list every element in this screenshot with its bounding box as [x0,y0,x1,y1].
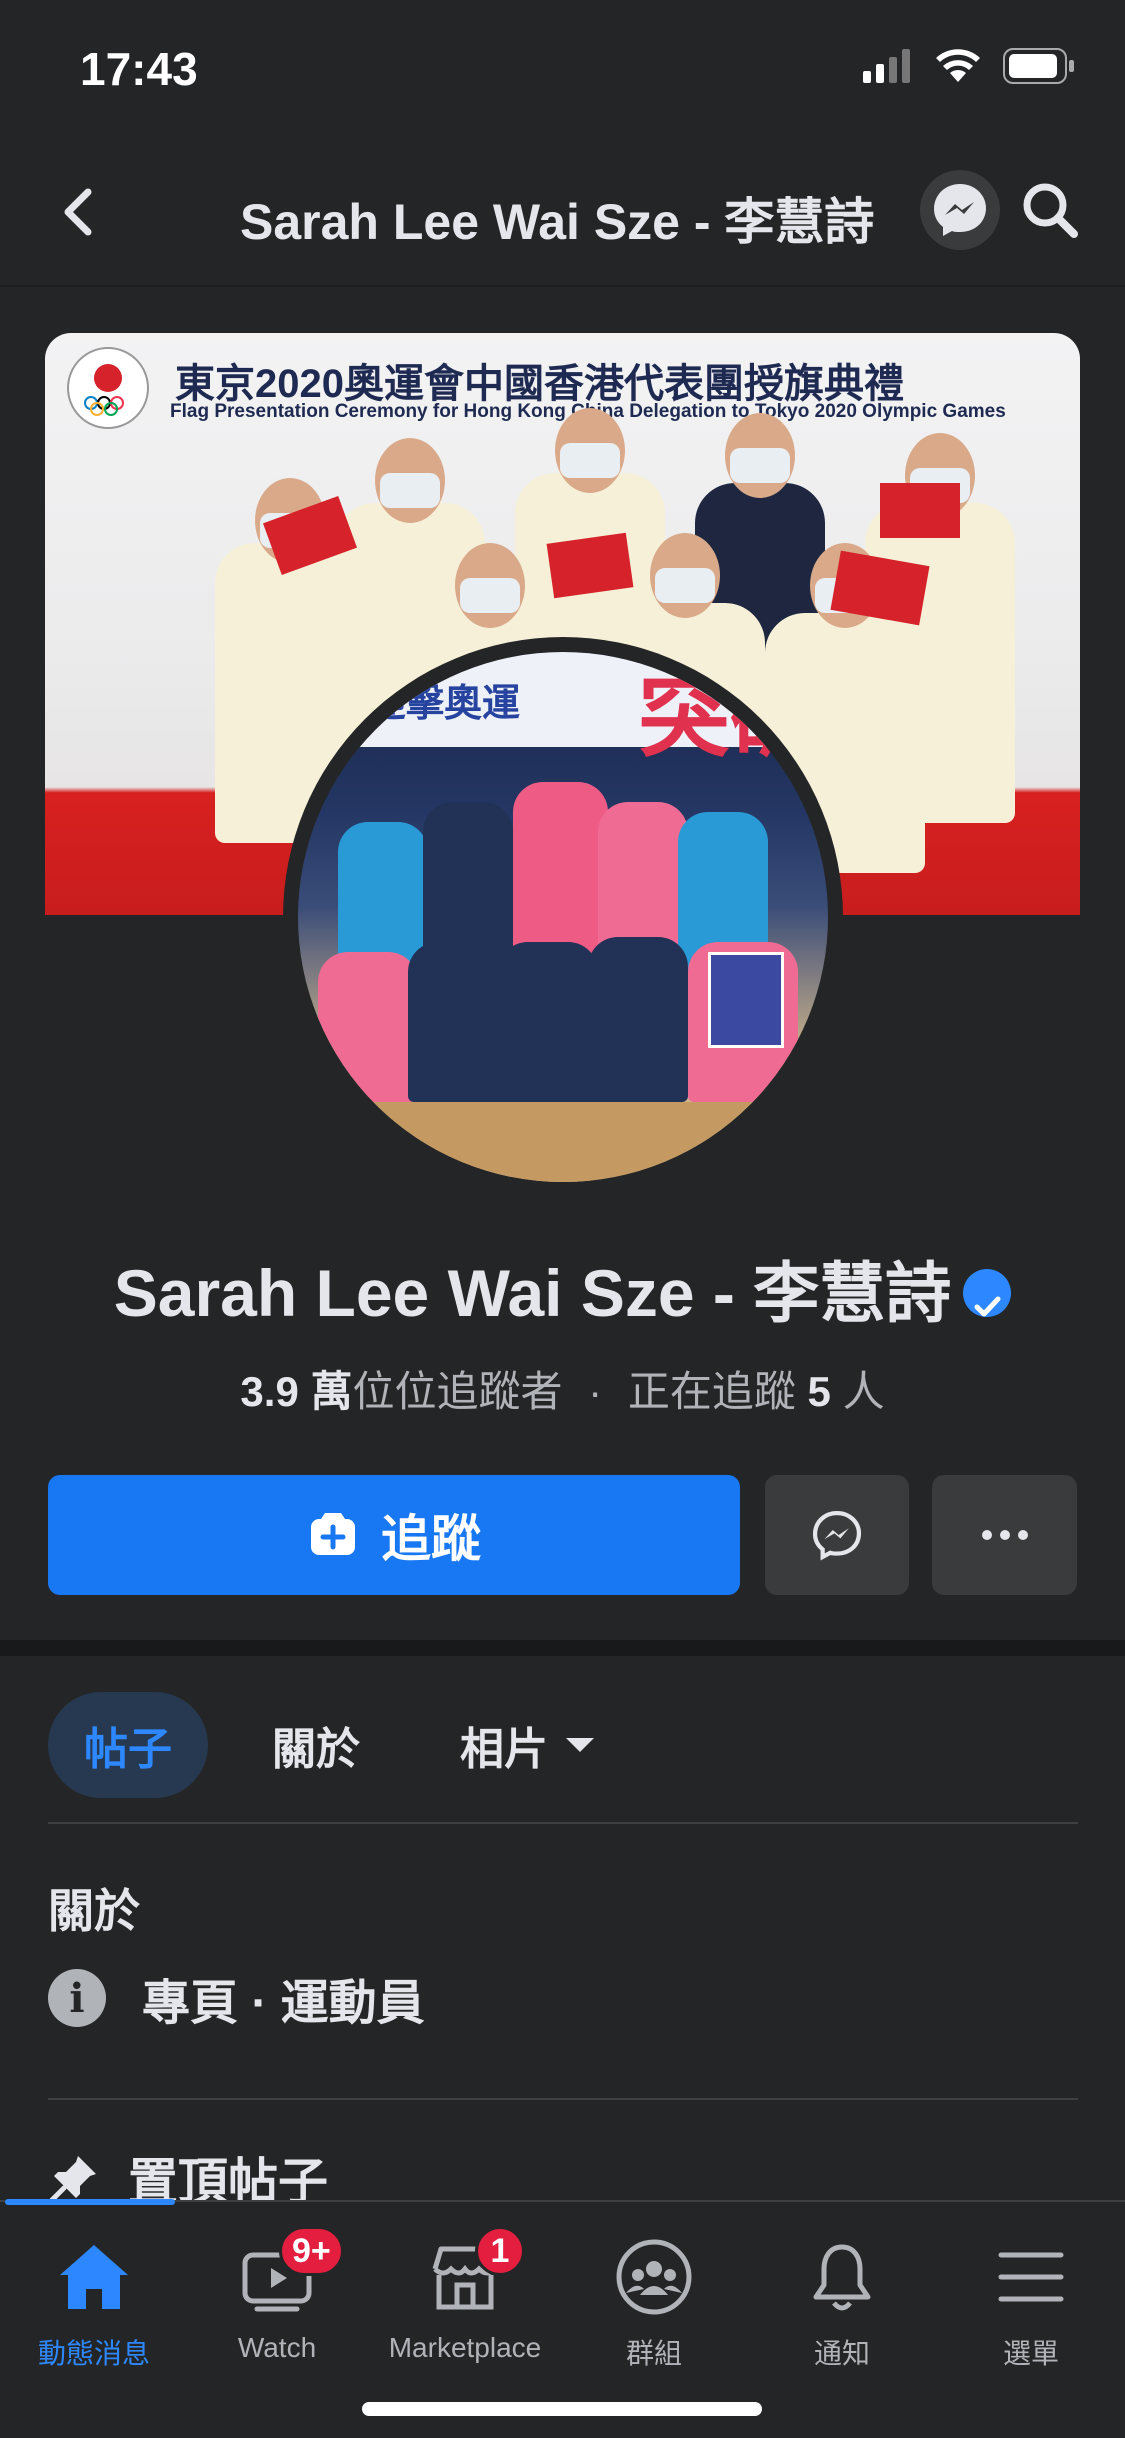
tab-posts[interactable]: 帖子 [48,1692,208,1798]
search-button[interactable] [1015,175,1085,245]
more-options-button[interactable] [932,1475,1077,1595]
status-bar: 17:43 [0,0,1125,140]
tab-marketplace[interactable]: 1 Marketplace [371,2226,559,2364]
home-icon [60,2245,128,2309]
pin-icon [49,2156,96,2203]
tab-notifications-label: 通知 [813,2338,870,2369]
battery-icon [1003,48,1074,84]
followers-label: 位位追蹤者 [352,1368,563,1415]
follow-icon [311,1513,355,1555]
stats-separator: · [588,1368,603,1415]
hk-flag-icon [546,532,634,599]
status-time: 17:43 [80,43,198,95]
profile-name: Sarah Lee Wai Sze - 李慧詩 [0,1240,1125,1336]
avatar-banner-big-text: 突破 [638,666,823,768]
divider [48,1822,1078,1824]
tab-groups-label: 群組 [625,2338,682,2369]
about-heading: 關於 [48,1885,140,1937]
page-title: Sarah Lee Wai Sze - 李慧詩 [240,194,875,250]
divider [48,2098,1078,2100]
message-button[interactable] [765,1475,909,1595]
follow-button-label: 追蹤 [381,1511,481,1567]
tab-posts-label: 帖子 [84,1725,172,1774]
bottom-tab-bar: 動態消息 9+ Watch 1 Marketplace 群組 通知 選單 [0,2199,1125,2438]
profile-name-text: Sarah Lee Wai Sze - 李慧詩 [113,1256,952,1330]
avatar-banner: 迎擊奧運 突破 [298,652,828,768]
messenger-icon [934,184,986,236]
following-label: 正在追蹤 [627,1368,796,1415]
messenger-icon [812,1510,862,1561]
bell-icon [813,2244,871,2311]
verified-badge-icon [963,1268,1012,1317]
more-dots-icon [981,1530,1028,1540]
profile-picture-image: 迎擊奧運 突破 [298,652,828,1182]
hk-emblem-icon [67,347,149,429]
status-icons [863,48,1075,84]
tab-photos[interactable]: 相片 [424,1692,630,1798]
groups-icon [616,2239,692,2315]
chevron-left-icon [64,188,92,236]
signal-icon [863,49,910,83]
follower-stats: 3.9 萬位位追蹤者 · 正在追蹤 5 人 [0,1358,1125,1419]
tab-about[interactable]: 關於 [236,1692,396,1798]
tab-groups[interactable]: 群組 [560,2232,748,2372]
tab-indicator [5,2199,175,2205]
messenger-button[interactable] [920,170,1000,250]
tab-notifications[interactable]: 通知 [748,2232,936,2372]
follow-button[interactable]: 追蹤 [48,1475,740,1595]
tab-menu[interactable]: 選單 [937,2232,1125,2372]
top-nav-bar: Sarah Lee Wai Sze - 李慧詩 [0,140,1125,287]
tab-news-feed[interactable]: 動態消息 [0,2232,188,2372]
about-category: 專頁 · 運動員 [142,1977,425,2030]
home-indicator[interactable] [362,2402,762,2416]
following-unit: 人 [842,1368,885,1415]
wifi-icon [936,49,980,82]
menu-icon [998,2252,1064,2302]
about-category-row: i 專頁 · 運動員 [48,1963,425,2033]
hk-flag-icon [880,483,960,538]
caret-down-icon [566,1738,594,1752]
tab-menu-label: 選單 [1002,2338,1059,2369]
tab-news-feed-label: 動態消息 [37,2338,150,2369]
followers-count: 3.9 萬 [240,1368,353,1415]
tab-watch[interactable]: 9+ Watch [183,2226,371,2364]
tab-about-label: 關於 [272,1725,360,1774]
profile-tabs: 帖子 關於 相片 [48,1690,630,1800]
tab-watch-label: Watch [237,2332,317,2363]
info-icon: i [48,1969,106,2027]
tab-marketplace-label: Marketplace [388,2332,542,2363]
watch-badge: 9+ [279,2226,344,2276]
following-count: 5 [807,1368,831,1415]
search-icon [1023,183,1078,238]
profile-picture[interactable]: 迎擊奧運 突破 [283,637,843,1197]
section-divider [0,1640,1125,1656]
marketplace-badge: 1 [475,2226,525,2276]
avatar-banner-text: 迎擊奧運 [368,683,521,725]
back-button[interactable] [50,182,110,242]
tab-photos-label: 相片 [460,1725,548,1774]
